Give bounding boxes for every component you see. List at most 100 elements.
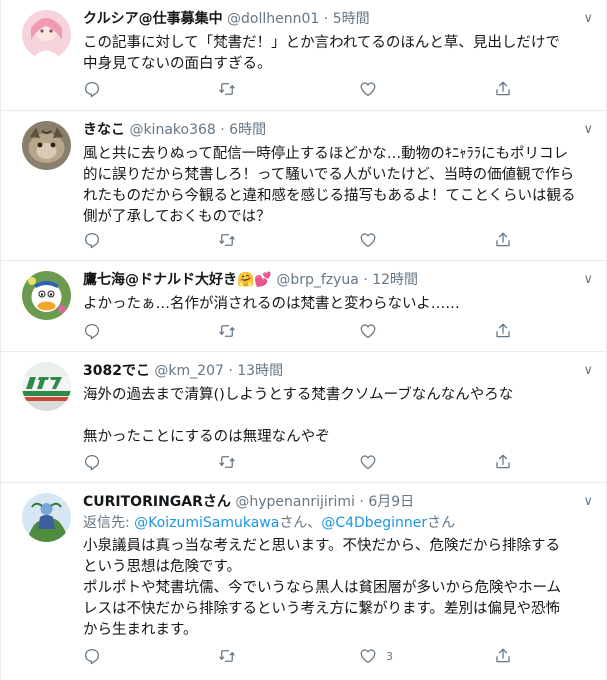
retweet-button[interactable]: [218, 646, 236, 666]
reply-honorific: さん: [427, 515, 456, 531]
text-line: ポルポトや梵書坑儒、今でいうなら黒人は貧困層が多いから危険やホーム: [83, 580, 562, 596]
text-line: 海外の過去まで清算()しようとする梵書クソムーブなんなんやろな: [83, 387, 514, 403]
text-line: れたものだから今観ると違和感を感じる描写もあるよ！てことくらいは観る: [83, 188, 576, 204]
tweet-text: 小泉議員は真っ当な考えだと思います。不快だから、危険だから排除する という思想は…: [83, 536, 583, 641]
timeline: クルシア@仕事募集中 @dollhenn01 · 5時間 ∨ この記事に対して「…: [0, 0, 607, 680]
text-line: [83, 406, 583, 427]
user-handle[interactable]: @brp_fzyua: [276, 272, 359, 288]
separator-dot: ·: [359, 494, 364, 510]
share-button[interactable]: [494, 321, 512, 341]
like-button[interactable]: [359, 452, 377, 472]
like-count: 3: [386, 649, 393, 663]
tweet-text: 風と共に去りぬって配信一時停止するほどかな…動物のｷﾆｬﾗﾗにもポリコレ 的に誤…: [83, 144, 583, 228]
text-line: レスは不快だから排除するという考え方に繋がります。差別は偏見や恐怖: [83, 601, 561, 617]
tweet-header: クルシア@仕事募集中 @dollhenn01 · 5時間: [83, 10, 370, 28]
share-icon: [496, 323, 510, 338]
retweet-icon: [219, 650, 235, 662]
tweet-header: 3082でこ @km_207 · 13時間: [83, 362, 283, 380]
retweet-button[interactable]: [218, 79, 236, 99]
user-handle[interactable]: @kinako368: [129, 122, 215, 138]
reply-prefix: 返信先:: [83, 515, 130, 531]
reply-icon: [84, 454, 100, 471]
text-line: という思想は危険です。: [83, 559, 242, 575]
tweet-text: 海外の過去まで清算()しようとする梵書クソムーブなんなんやろな 無かったことにす…: [83, 385, 583, 448]
reply-button[interactable]: [83, 321, 101, 341]
share-button[interactable]: [494, 230, 512, 250]
tweet-text: この記事に対して「梵書だ！」とか言われてるのほんと草、見出しだけで 中身見てない…: [83, 33, 583, 75]
heart-icon: [360, 324, 376, 339]
more-options-icon[interactable]: ∨: [583, 121, 593, 139]
reply-button[interactable]: [83, 646, 101, 666]
tweet-time[interactable]: 13時間: [237, 363, 283, 379]
reply-button[interactable]: [83, 230, 101, 250]
retweet-button[interactable]: [218, 230, 236, 250]
heart-icon: [360, 82, 376, 97]
reply-icon: [84, 81, 100, 98]
retweet-icon: [219, 83, 235, 95]
share-button[interactable]: [494, 79, 512, 99]
separator-dot: ·: [323, 11, 329, 27]
user-name[interactable]: CURITORINGARさん: [83, 494, 231, 510]
share-icon: [496, 454, 510, 469]
reply-icon: [84, 648, 100, 665]
reply-honorific: さん、: [279, 515, 322, 531]
user-handle[interactable]: @dollhenn01: [227, 11, 319, 27]
text-line: 的に誤りだから梵書しろ！って騒いでる人がいたけど、当時の価値観で作ら: [83, 167, 575, 183]
text-line: から生まれます。: [83, 622, 198, 638]
retweet-icon: [219, 234, 235, 246]
text-line: 側が了承しておくものでは？: [83, 209, 271, 225]
reply-context: 返信先: @KoizumiSamukawaさん、@C4Dbeginnerさん: [83, 514, 455, 532]
like-button[interactable]: [359, 230, 377, 250]
tweet-time[interactable]: 6月9日: [368, 494, 414, 510]
user-handle[interactable]: @hypenanrijirimi: [235, 494, 355, 510]
reply-mention-link[interactable]: @C4Dbeginner: [321, 515, 427, 531]
share-button[interactable]: [494, 646, 512, 666]
reply-icon: [84, 232, 100, 249]
action-bar: [83, 452, 553, 472]
tweet: CURITORINGARさん @hypenanrijirimi · 6月9日 ∨…: [1, 483, 607, 680]
user-name[interactable]: 鷹七海@ドナルド大好き🤗💕: [83, 272, 272, 288]
action-bar: [83, 79, 553, 99]
like-button[interactable]: [359, 321, 377, 341]
text-line: 中身見てないの面白すぎる。: [83, 56, 272, 72]
like-button[interactable]: [359, 79, 377, 99]
avatar[interactable]: [22, 121, 71, 170]
more-options-icon[interactable]: ∨: [583, 493, 593, 511]
text-line: 無かったことにするのは無理なんやぞ: [83, 429, 330, 445]
reply-mention-link[interactable]: @KoizumiSamukawa: [134, 515, 279, 531]
more-options-icon[interactable]: ∨: [583, 10, 593, 28]
action-bar: [83, 321, 553, 341]
more-options-icon[interactable]: ∨: [583, 271, 593, 289]
avatar[interactable]: [22, 493, 71, 542]
tweet-time[interactable]: 5時間: [333, 11, 370, 27]
user-name[interactable]: クルシア@仕事募集中: [83, 11, 223, 27]
retweet-button[interactable]: [218, 452, 236, 472]
retweet-icon: [219, 325, 235, 337]
share-icon: [496, 648, 510, 663]
tweet-time[interactable]: 6時間: [229, 122, 266, 138]
retweet-icon: [219, 456, 235, 468]
action-bar: [83, 230, 553, 250]
avatar[interactable]: [22, 271, 71, 320]
tweet-header: きなこ @kinako368 · 6時間: [83, 121, 266, 139]
like-button[interactable]: 3: [359, 646, 393, 666]
user-handle[interactable]: @km_207: [154, 363, 223, 379]
avatar[interactable]: [22, 362, 71, 411]
tweet-time[interactable]: 12時間: [372, 272, 418, 288]
user-name[interactable]: きなこ: [83, 122, 125, 138]
heart-icon: [360, 233, 376, 248]
more-options-icon[interactable]: ∨: [583, 362, 593, 380]
avatar[interactable]: [22, 10, 71, 59]
tweet-header: 鷹七海@ドナルド大好き🤗💕 @brp_fzyua · 12時間: [83, 271, 418, 289]
reply-button[interactable]: [83, 452, 101, 472]
user-name[interactable]: 3082でこ: [83, 363, 150, 379]
action-bar: 3: [83, 646, 553, 666]
text-line: 小泉議員は真っ当な考えだと思います。不快だから、危険だから排除する: [83, 538, 561, 554]
retweet-button[interactable]: [218, 321, 236, 341]
separator-dot: ·: [228, 363, 233, 379]
share-button[interactable]: [494, 452, 512, 472]
text-line: 風と共に去りぬって配信一時停止するほどかな…動物のｷﾆｬﾗﾗにもポリコレ: [83, 146, 569, 162]
separator-dot: ·: [220, 122, 225, 138]
tweet-header: CURITORINGARさん @hypenanrijirimi · 6月9日: [83, 493, 414, 511]
reply-button[interactable]: [83, 79, 101, 99]
